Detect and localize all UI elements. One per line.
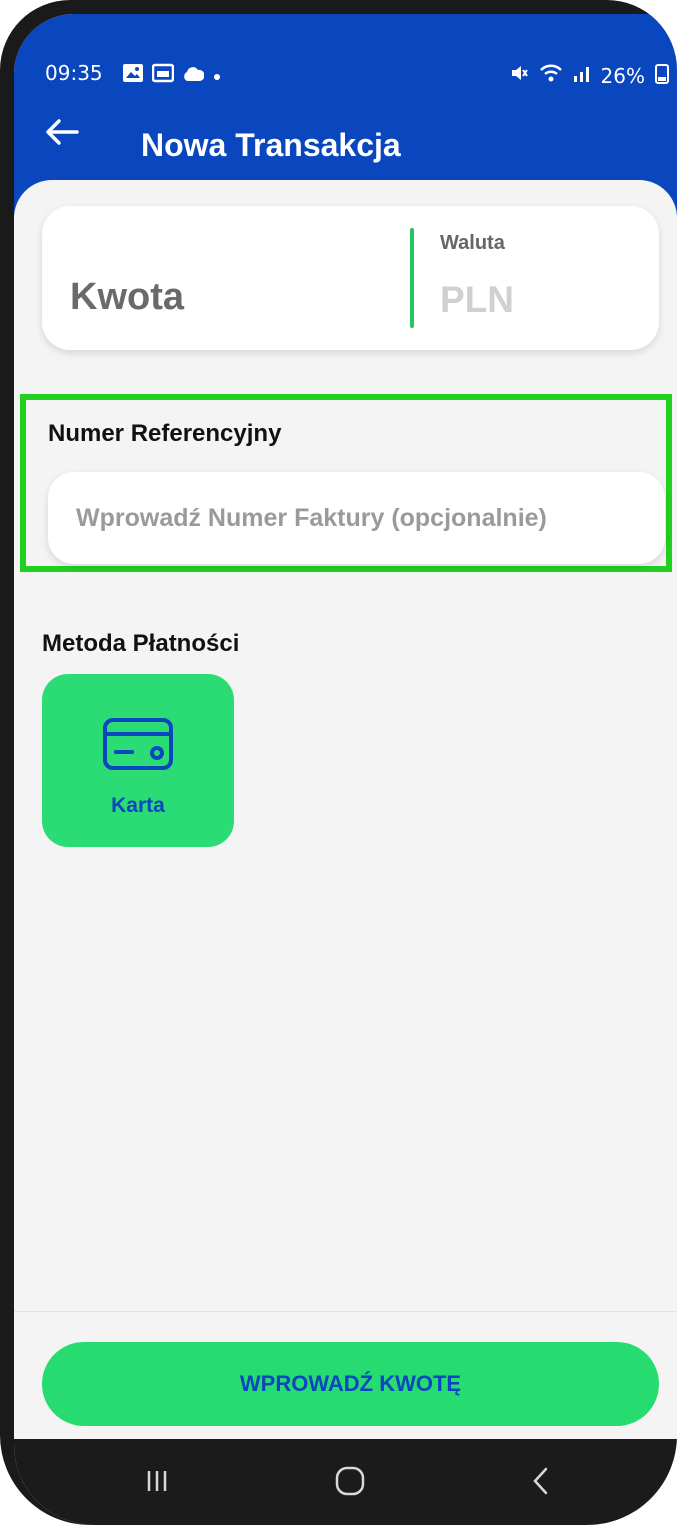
image-icon xyxy=(122,63,144,89)
home-button[interactable] xyxy=(325,1461,375,1501)
signal-icon xyxy=(573,63,591,88)
status-left-icons xyxy=(122,63,222,89)
system-nav-bar xyxy=(14,1439,677,1525)
amount-card[interactable]: Kwota Waluta PLN xyxy=(42,206,659,350)
payment-method-label: Karta xyxy=(111,794,165,817)
page-title: Nowa Transakcja xyxy=(141,127,401,163)
battery-icon xyxy=(655,62,669,89)
reference-section-highlight: Numer Referencyjny xyxy=(20,394,672,572)
screen: 09:35 26% Nowa Transakcja Kwota Waluta P… xyxy=(14,14,677,1525)
currency-selector[interactable]: PLN xyxy=(440,279,514,321)
status-time: 09:35 xyxy=(45,61,103,85)
credit-card-icon xyxy=(102,716,174,777)
amount-divider xyxy=(410,228,414,328)
amount-input-label[interactable]: Kwota xyxy=(70,276,184,319)
payment-method-title: Metoda Płatności xyxy=(42,630,240,657)
currency-label: Waluta xyxy=(440,232,505,254)
status-right-icons: 26% xyxy=(509,62,669,89)
arrow-left-icon xyxy=(46,119,79,145)
wifi-icon xyxy=(539,63,563,88)
payment-method-card[interactable]: Karta xyxy=(42,674,234,847)
phone-frame: 09:35 26% Nowa Transakcja Kwota Waluta P… xyxy=(0,0,677,1525)
cloud-icon xyxy=(182,64,205,88)
nav-back-button[interactable] xyxy=(516,1461,566,1501)
dot-icon xyxy=(212,64,222,88)
status-bar: 09:35 26% xyxy=(14,14,677,104)
back-button[interactable] xyxy=(42,112,82,152)
recents-button[interactable] xyxy=(132,1461,182,1501)
battery-text: 26% xyxy=(600,63,645,88)
enter-amount-button[interactable]: WPROWADŹ KWOTĘ xyxy=(42,1342,659,1426)
main-content: Kwota Waluta PLN Numer Referencyjny Meto… xyxy=(14,180,677,1440)
back-chevron-icon xyxy=(533,1467,548,1495)
bottom-divider xyxy=(14,1311,677,1312)
reference-number-input[interactable] xyxy=(48,472,665,564)
calendar-card-icon xyxy=(151,63,175,89)
recents-icon xyxy=(147,1471,167,1491)
home-icon xyxy=(335,1466,365,1496)
mute-icon xyxy=(509,63,529,88)
reference-label: Numer Referencyjny xyxy=(48,420,282,447)
